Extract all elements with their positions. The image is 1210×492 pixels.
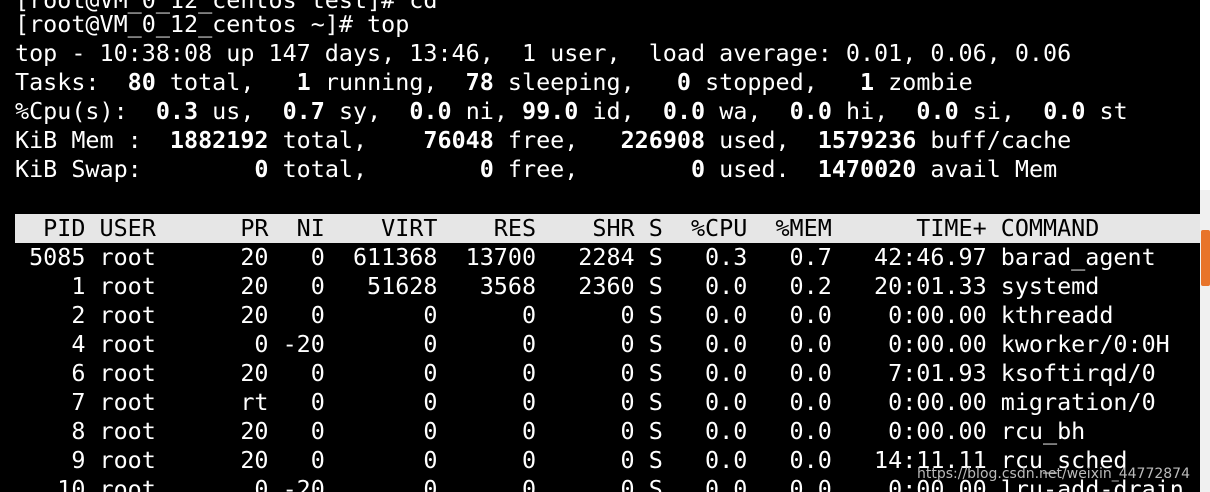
- tasks-stopped-value: 0: [676, 68, 691, 96]
- swap-total-value: 0: [155, 155, 269, 183]
- cpu-ni-value: 0.0: [395, 97, 452, 125]
- swap-used-label: used.: [705, 155, 804, 183]
- tasks-label: Tasks:: [15, 68, 114, 96]
- swap-free-label: free,: [493, 155, 593, 183]
- terminal-window[interactable]: [root@VM_0_12_centos test]# cd [root@VM_…: [0, 0, 1200, 492]
- swap-avail-value: 1470020: [803, 155, 917, 183]
- mem-used-value: 226908: [592, 126, 706, 154]
- cpu-id-label: id,: [578, 97, 649, 125]
- process-row: 5085 root 20 0 611368 13700 2284 S 0.3 0…: [15, 243, 1156, 271]
- scrollbar-track[interactable]: [1200, 0, 1210, 190]
- swap-avail-label: avail Mem: [916, 155, 1058, 183]
- cpu-us-value: 0.3: [141, 97, 199, 125]
- mem-buff-label: buff/cache: [916, 126, 1072, 154]
- mem-free-value: 76048: [381, 126, 494, 154]
- swap-line: KiB Swap: 0 total, 0 free, 0 used. 14700…: [15, 155, 1057, 184]
- swap-total-label: total,: [268, 155, 382, 183]
- process-table-header: PID USER PR NI VIRT RES SHR S %CPU %MEM …: [15, 214, 1200, 243]
- cpu-label: %Cpu(s):: [15, 97, 142, 125]
- scrollbar-thumb-icon[interactable]: [1201, 230, 1210, 286]
- vertical-scrollbar[interactable]: [1200, 0, 1210, 492]
- cpu-st-value: 0.0: [1029, 97, 1086, 125]
- process-header-text: PID USER PR NI VIRT RES SHR S %CPU %MEM …: [15, 214, 1100, 242]
- swap-free-value: 0: [381, 155, 494, 183]
- cpu-st-label: st: [1085, 97, 1128, 125]
- mem-buff-value: 1579236: [803, 126, 917, 154]
- mem-total-value: 1882192: [155, 126, 269, 154]
- swap-label: KiB Swap:: [15, 155, 156, 183]
- cpu-si-value: 0.0: [902, 97, 959, 125]
- cpu-ni-label: ni,: [451, 97, 523, 125]
- process-row: 4 root 0 -20 0 0 0 S 0.0 0.0 0:00.00 kwo…: [15, 330, 1170, 358]
- process-row: 6 root 20 0 0 0 0 S 0.0 0.0 7:01.93 ksof…: [15, 359, 1156, 387]
- cpu-wa-value: 0.0: [648, 97, 706, 125]
- swap-used-value: 0: [592, 155, 706, 183]
- tasks-stopped-label: stopped,: [691, 68, 860, 96]
- process-row: 2 root 20 0 0 0 0 S 0.0 0.0 0:00.00 kthr…: [15, 301, 1114, 329]
- tasks-line: Tasks: 80 total, 1 running, 78 sleeping,…: [15, 68, 973, 97]
- tasks-zombie-value: 1: [860, 68, 875, 96]
- mem-line: KiB Mem : 1882192 total, 76048 free, 226…: [15, 126, 1071, 155]
- watermark: https://blog.csdn.net/weixin_44772874: [916, 466, 1190, 482]
- tasks-total-value: 80: [113, 68, 156, 96]
- mem-label: KiB Mem :: [15, 126, 156, 154]
- tasks-sleeping-value: 78: [465, 68, 494, 96]
- tasks-running-value: 1: [296, 68, 311, 96]
- tasks-total-label: total,: [155, 68, 297, 96]
- mem-free-label: free,: [493, 126, 593, 154]
- tasks-running-label: running,: [310, 68, 466, 96]
- tasks-zombie-label: zombie: [874, 68, 973, 96]
- cpu-line: %Cpu(s): 0.3 us, 0.7 sy, 0.0 ni, 99.0 id…: [15, 97, 1128, 126]
- cpu-id-value: 99.0: [522, 97, 579, 125]
- cpu-us-label: us,: [198, 97, 269, 125]
- prompt-line: [root@VM_0_12_centos ~]# top: [15, 10, 410, 38]
- cpu-si-label: si,: [958, 97, 1030, 125]
- cpu-hi-value: 0.0: [775, 97, 832, 125]
- cpu-sy-value: 0.7: [268, 97, 325, 125]
- mem-used-label: used,: [705, 126, 804, 154]
- process-row: 8 root 20 0 0 0 0 S 0.0 0.0 0:00.00 rcu_…: [15, 417, 1086, 445]
- cpu-sy-label: sy,: [324, 97, 396, 125]
- process-row: 7 root rt 0 0 0 0 S 0.0 0.0 0:00.00 migr…: [15, 388, 1156, 416]
- cpu-wa-label: wa,: [705, 97, 776, 125]
- uptime-line: top - 10:38:08 up 147 days, 13:46, 1 use…: [15, 39, 1072, 67]
- mem-total-label: total,: [268, 126, 382, 154]
- cpu-hi-label: hi,: [831, 97, 903, 125]
- tasks-sleeping-label: sleeping,: [493, 68, 677, 96]
- process-row: 1 root 20 0 51628 3568 2360 S 0.0 0.2 20…: [15, 272, 1100, 300]
